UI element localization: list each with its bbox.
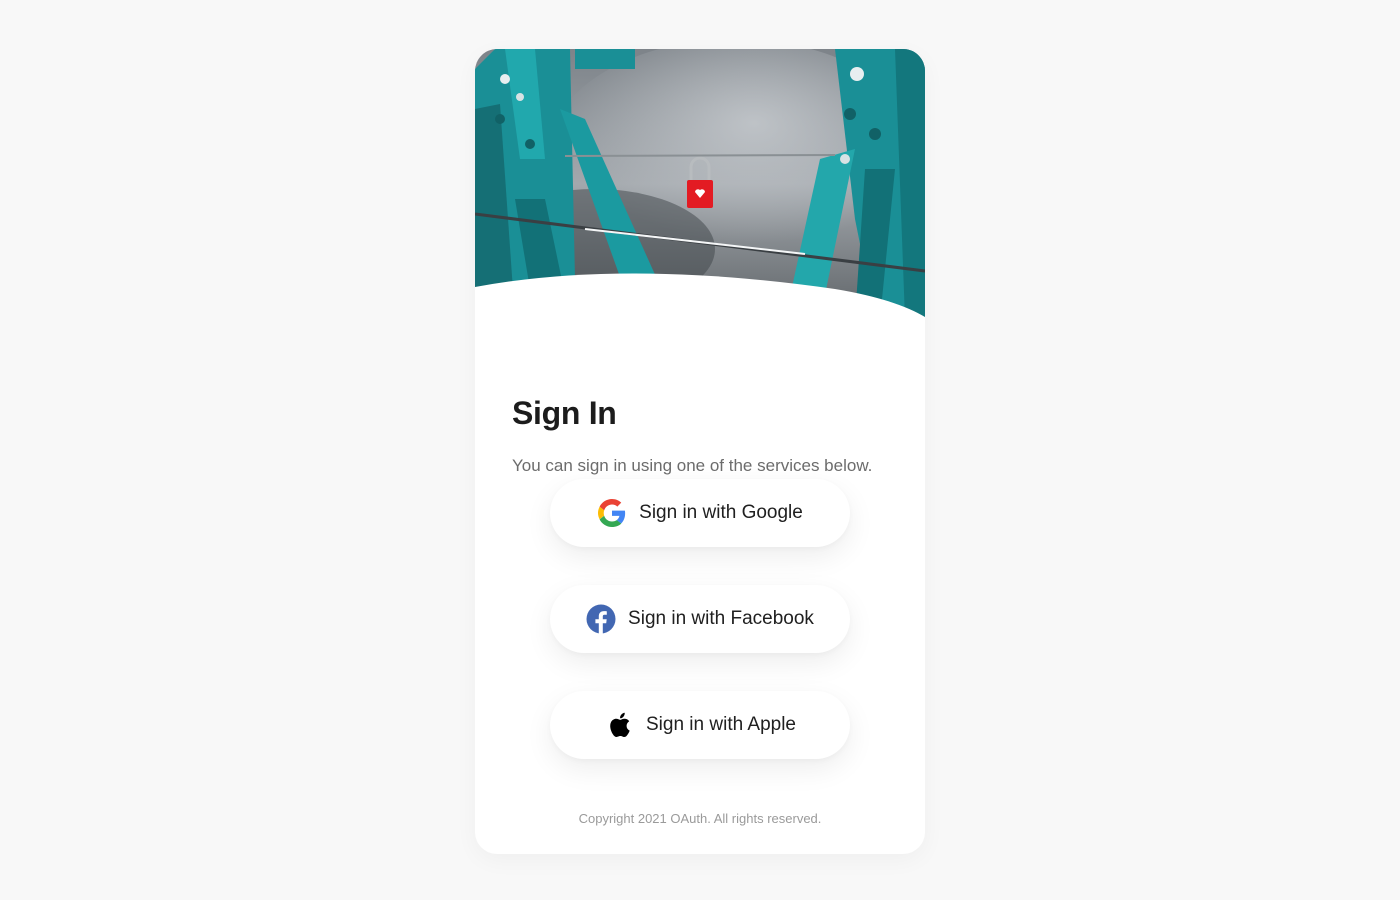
facebook-signin-button[interactable]: Sign in with Facebook <box>550 585 850 653</box>
copyright-text: Copyright 2021 OAuth. All rights reserve… <box>578 811 822 826</box>
facebook-signin-label: Sign in with Facebook <box>628 608 814 629</box>
apple-signin-label: Sign in with Apple <box>646 714 796 735</box>
hero-curve <box>475 273 925 347</box>
apple-icon <box>604 710 634 740</box>
google-icon <box>597 498 627 528</box>
google-signin-label: Sign in with Google <box>639 502 803 523</box>
apple-signin-button[interactable]: Sign in with Apple <box>550 691 850 759</box>
facebook-icon <box>586 604 616 634</box>
signin-card: Sign In You can sign in using one of the… <box>475 49 925 854</box>
page-title: Sign In <box>512 395 617 431</box>
page-subtitle: You can sign in using one of the service… <box>512 456 873 475</box>
google-signin-button[interactable]: Sign in with Google <box>550 479 850 547</box>
